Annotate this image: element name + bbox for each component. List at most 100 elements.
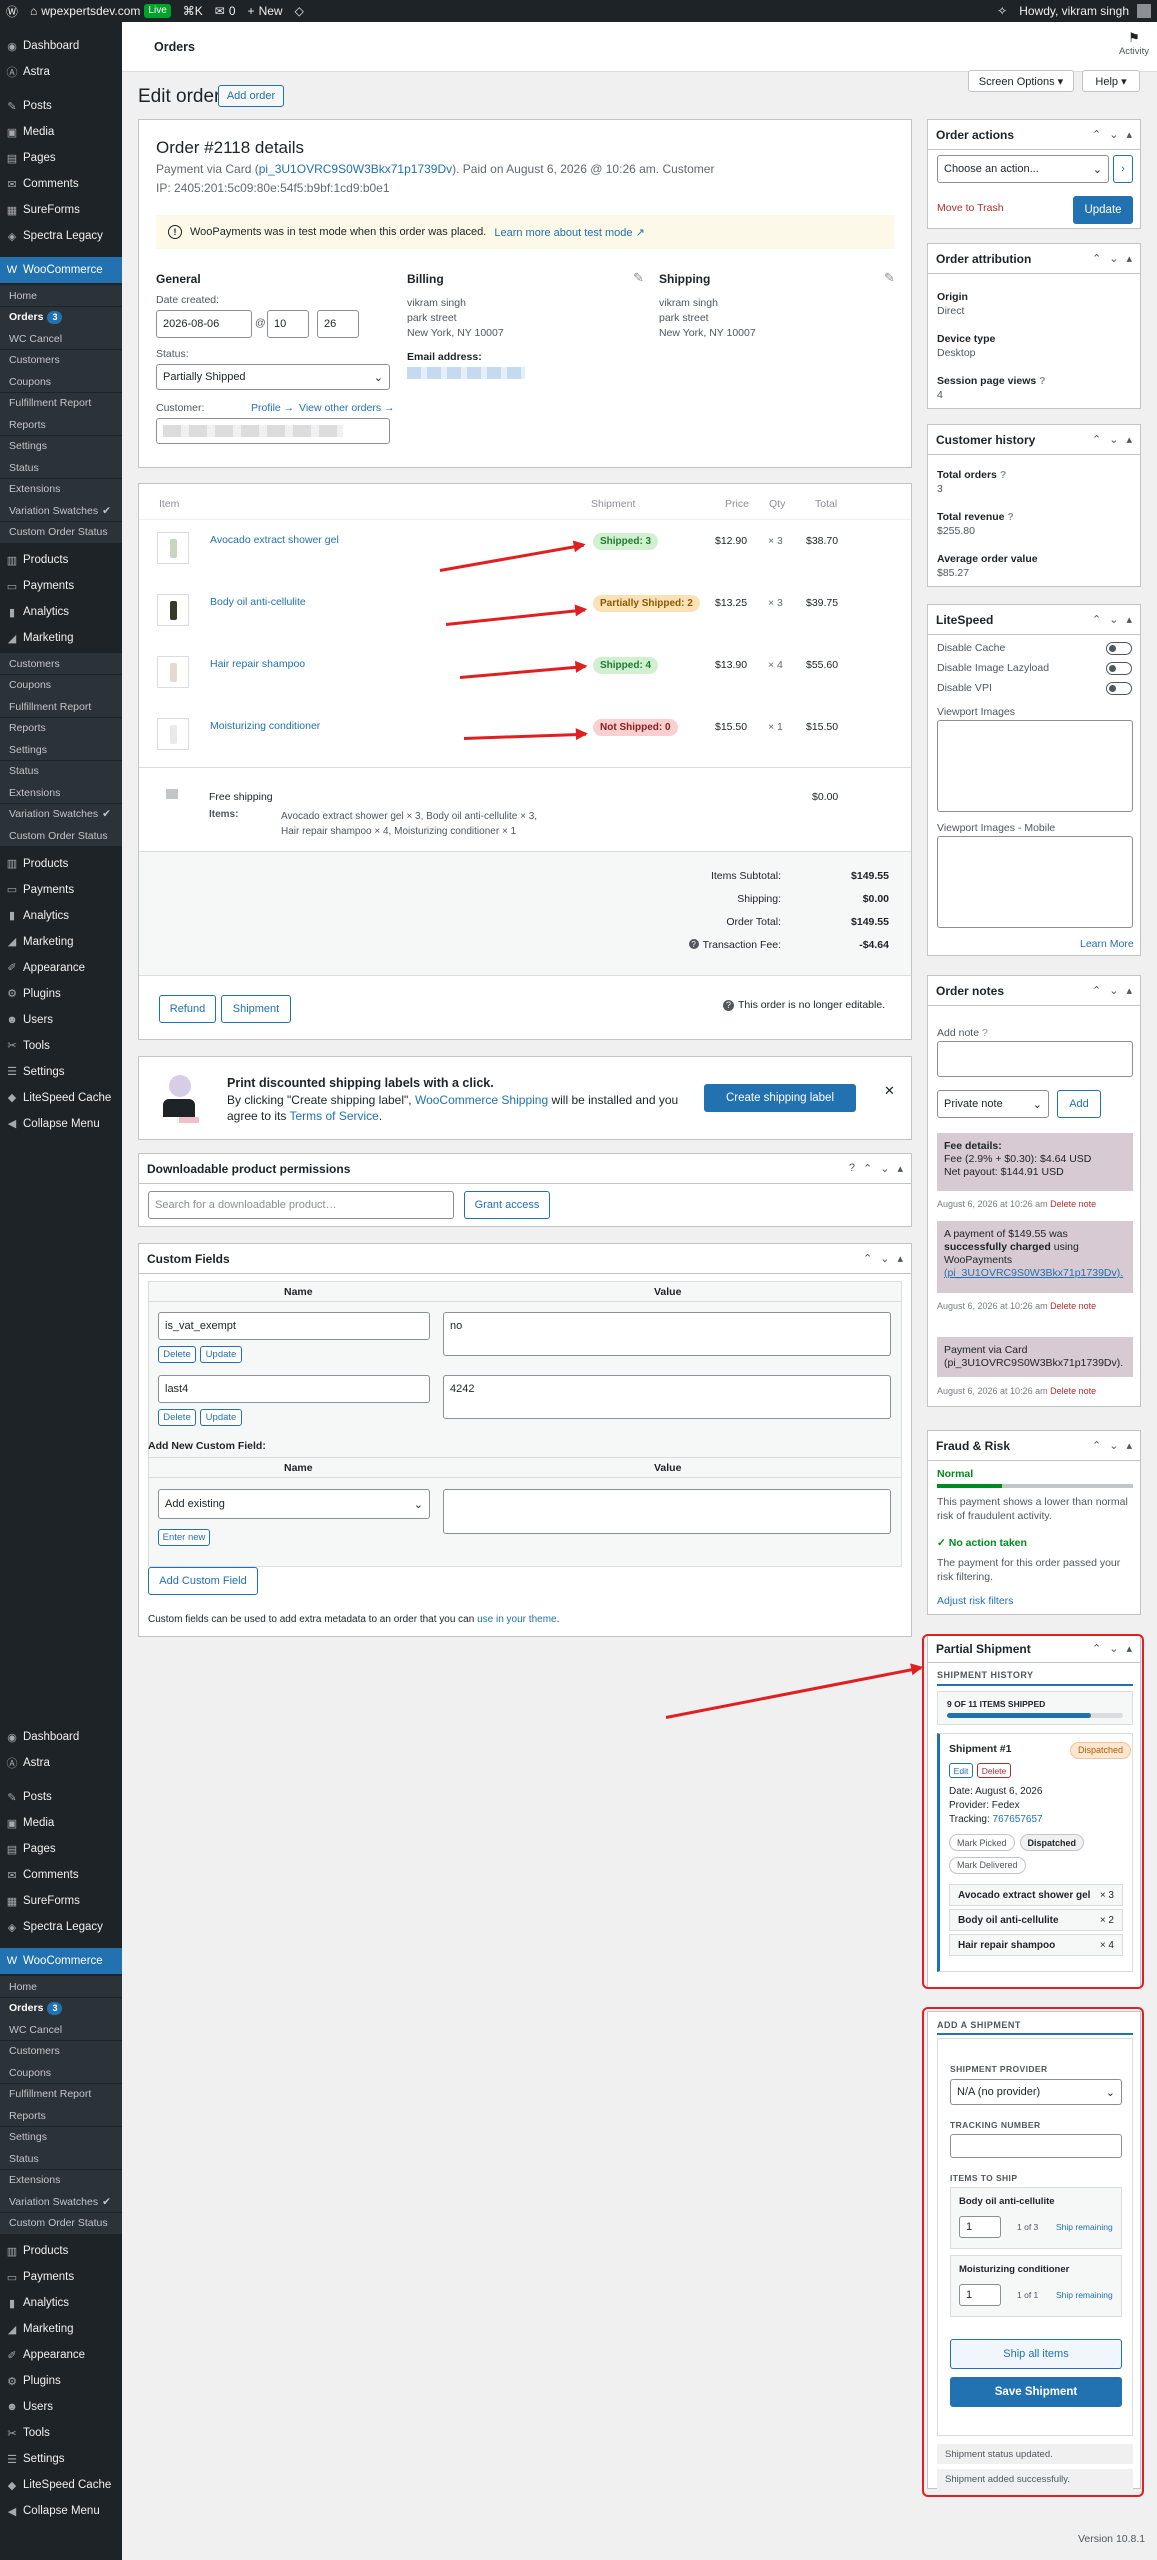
sidebar-subitem-customers[interactable]: Customers: [0, 2040, 122, 2062]
sidebar-item-products[interactable]: ▥ Products: [0, 547, 122, 573]
sparkle-icon[interactable]: ✧: [991, 0, 1013, 22]
sidebar-subitem-reports[interactable]: Reports: [0, 717, 122, 739]
custom-field-key-input[interactable]: is_vat_exempt: [158, 1312, 430, 1340]
move-up-icon[interactable]: ⌃: [863, 1252, 872, 1265]
sidebar-subitem-fulfillment-report[interactable]: Fulfillment Report: [0, 2083, 122, 2105]
sidebar-item-appearance[interactable]: ✐ Appearance: [0, 2342, 122, 2368]
sidebar-item-comments[interactable]: ✉ Comments: [0, 171, 122, 197]
sidebar-item-collapse-menu[interactable]: ◀ Collapse Menu: [0, 2498, 122, 2524]
sidebar-subitem-extensions[interactable]: Extensions: [0, 2169, 122, 2191]
activity-button[interactable]: ⚑ Activity: [1112, 30, 1156, 57]
customer-select[interactable]: [156, 418, 390, 444]
learn-more-link[interactable]: Learn More: [1080, 938, 1134, 950]
screen-options-button[interactable]: Screen Options ▾: [968, 70, 1074, 92]
add-note-button[interactable]: Add: [1057, 1090, 1101, 1118]
custom-field-key-input[interactable]: last4: [158, 1375, 430, 1403]
sidebar-subitem-status[interactable]: Status: [0, 2148, 122, 2169]
enter-new-button[interactable]: Enter new: [158, 1529, 210, 1546]
command-palette-link[interactable]: ⌘K: [177, 0, 209, 22]
sidebar-subitem-variation-swatches[interactable]: Variation Swatches ✔: [0, 2191, 122, 2212]
sidebar-subitem-wc-cancel[interactable]: WC Cancel: [0, 2019, 122, 2040]
sidebar-subitem-custom-order-status[interactable]: Custom Order Status: [0, 2212, 122, 2234]
add-note-textarea[interactable]: [937, 1041, 1133, 1077]
move-down-icon[interactable]: ⌄: [1109, 613, 1118, 626]
product-link[interactable]: Body oil anti-cellulite: [210, 596, 306, 608]
sidebar-subitem-extensions[interactable]: Extensions: [0, 782, 122, 803]
move-down-icon[interactable]: ⌄: [1109, 252, 1118, 265]
adjust-risk-filters-link[interactable]: Adjust risk filters: [937, 1595, 1013, 1607]
refund-button[interactable]: Refund: [159, 995, 216, 1023]
move-down-icon[interactable]: ⌄: [1109, 1439, 1118, 1452]
toggle-panel-icon[interactable]: ▴: [897, 1162, 903, 1175]
sidebar-item-spectra-legacy[interactable]: ◈ Spectra Legacy: [0, 223, 122, 249]
sidebar-subitem-reports[interactable]: Reports: [0, 2105, 122, 2126]
woocommerce-shipping-link[interactable]: WooCommerce Shipping: [415, 1093, 548, 1107]
apply-action-button[interactable]: ›: [1113, 155, 1133, 183]
disable-cache-toggle[interactable]: [1106, 642, 1132, 655]
move-up-icon[interactable]: ⌃: [1092, 1439, 1101, 1452]
sidebar-subitem-home[interactable]: Home: [0, 285, 122, 306]
new-content-link[interactable]: + New: [242, 0, 289, 22]
disable-lazyload-toggle[interactable]: [1106, 662, 1132, 675]
move-up-icon[interactable]: ⌃: [1092, 433, 1101, 446]
delete-custom-field-button[interactable]: Delete: [158, 1409, 196, 1426]
move-up-icon[interactable]: ⌃: [863, 1162, 872, 1175]
close-icon[interactable]: ✕: [884, 1083, 895, 1099]
move-down-icon[interactable]: ⌄: [880, 1162, 889, 1175]
sidebar-subitem-home[interactable]: Home: [0, 1976, 122, 1997]
customer-profile-link[interactable]: Profile →: [251, 402, 294, 414]
sidebar-item-products[interactable]: ▥ Products: [0, 2238, 122, 2264]
sidebar-item-plugins[interactable]: ⚙ Plugins: [0, 2368, 122, 2394]
sidebar-item-marketing[interactable]: ◢ Marketing: [0, 625, 122, 651]
sidebar-item-marketing[interactable]: ◢ Marketing: [0, 929, 122, 955]
edit-shipping-icon[interactable]: ✎: [884, 270, 895, 286]
sidebar-subitem-settings[interactable]: Settings: [0, 435, 122, 457]
sidebar-item-tools[interactable]: ✂ Tools: [0, 2420, 122, 2446]
sidebar-item-sureforms[interactable]: ▦ SureForms: [0, 197, 122, 223]
toggle-panel-icon[interactable]: ▴: [1126, 613, 1132, 626]
sidebar-subitem-extensions[interactable]: Extensions: [0, 478, 122, 500]
sidebar-item-media[interactable]: ▣ Media: [0, 119, 122, 145]
sidebar-item-astra[interactable]: Ⓐ Astra: [0, 1750, 122, 1776]
sidebar-item-comments[interactable]: ✉ Comments: [0, 1862, 122, 1888]
sidebar-item-payments[interactable]: ▭ Payments: [0, 877, 122, 903]
sidebar-subitem-settings[interactable]: Settings: [0, 739, 122, 760]
toggle-panel-icon[interactable]: ▴: [1126, 1439, 1132, 1452]
help-button[interactable]: Help ▾: [1082, 70, 1140, 92]
sidebar-item-products[interactable]: ▥ Products: [0, 851, 122, 877]
toggle-panel-icon[interactable]: ▴: [897, 1252, 903, 1265]
order-action-select[interactable]: Choose an action... ⌄: [937, 155, 1109, 183]
sidebar-item-analytics[interactable]: ▮ Analytics: [0, 2290, 122, 2316]
sidebar-item-collapse-menu[interactable]: ◀ Collapse Menu: [0, 1111, 122, 1137]
sidebar-subitem-coupons[interactable]: Coupons: [0, 371, 122, 392]
sidebar-subitem-custom-order-status[interactable]: Custom Order Status: [0, 825, 122, 846]
edit-billing-icon[interactable]: ✎: [633, 270, 644, 286]
sidebar-item-analytics[interactable]: ▮ Analytics: [0, 903, 122, 929]
sidebar-item-woocommerce[interactable]: W WooCommerce: [0, 1948, 122, 1974]
existing-key-select[interactable]: Add existing ⌄: [158, 1489, 430, 1519]
move-up-icon[interactable]: ⌃: [1092, 252, 1101, 265]
create-shipping-label-button[interactable]: Create shipping label: [704, 1084, 856, 1112]
custom-field-value-textarea[interactable]: no: [443, 1312, 891, 1356]
sidebar-item-posts[interactable]: ✎ Posts: [0, 93, 122, 119]
delete-note-link[interactable]: Delete note: [1050, 1301, 1096, 1311]
wp-logo-icon[interactable]: Ⓦ: [0, 0, 24, 22]
move-up-icon[interactable]: ⌃: [1092, 984, 1101, 997]
disable-vpi-toggle[interactable]: [1106, 682, 1132, 695]
sidebar-subitem-customers[interactable]: Customers: [0, 653, 122, 674]
sidebar-item-astra[interactable]: Ⓐ Astra: [0, 59, 122, 85]
toggle-panel-icon[interactable]: ▴: [1126, 252, 1132, 265]
sidebar-subitem-status[interactable]: Status: [0, 457, 122, 478]
sidebar-item-settings[interactable]: ☰ Settings: [0, 2446, 122, 2472]
sidebar-item-litespeed-cache[interactable]: ◆ LiteSpeed Cache: [0, 1085, 122, 1111]
sidebar-subitem-fulfillment-report[interactable]: Fulfillment Report: [0, 696, 122, 717]
sidebar-item-analytics[interactable]: ▮ Analytics: [0, 599, 122, 625]
sidebar-subitem-coupons[interactable]: Coupons: [0, 674, 122, 696]
sidebar-item-settings[interactable]: ☰ Settings: [0, 1059, 122, 1085]
sidebar-item-payments[interactable]: ▭ Payments: [0, 2264, 122, 2290]
sidebar-item-users[interactable]: ☻ Users: [0, 1007, 122, 1033]
move-down-icon[interactable]: ⌄: [1109, 984, 1118, 997]
sidebar-subitem-custom-order-status[interactable]: Custom Order Status: [0, 521, 122, 543]
sidebar-subitem-reports[interactable]: Reports: [0, 414, 122, 435]
update-order-button[interactable]: Update: [1073, 196, 1133, 224]
